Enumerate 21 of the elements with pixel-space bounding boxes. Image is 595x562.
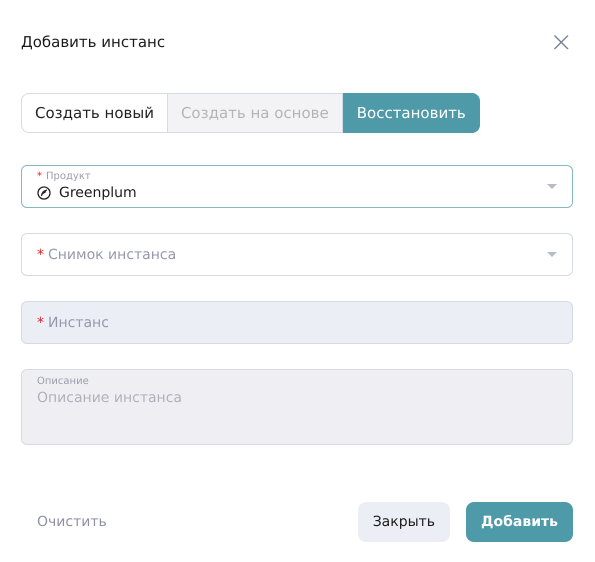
placeholder-text: Инстанс (48, 314, 109, 332)
select-field[interactable]: * Продукт Greenplum (21, 165, 573, 208)
field-value: Greenplum (59, 184, 137, 202)
dropdown-caret-icon (547, 252, 557, 257)
select-field[interactable]: * Снимок инстанса (21, 233, 573, 276)
clear-button[interactable]: Очистить (21, 502, 123, 542)
required-mark: * (37, 314, 44, 332)
dropdown-caret-icon (547, 184, 557, 189)
required-mark: * (37, 246, 44, 264)
field-label: Продукт (46, 170, 91, 182)
field-label: Описание (37, 376, 89, 387)
placeholder-text: Снимок инстанса (48, 246, 176, 264)
close-dialog-button[interactable]: Закрыть (358, 502, 450, 542)
tab[interactable]: Создать новый (21, 93, 168, 133)
dialog-title: Добавить инстанс (21, 33, 166, 51)
add-button[interactable]: Добавить (466, 502, 573, 542)
required-mark: * (37, 170, 42, 182)
tab[interactable]: Восстановить (342, 93, 480, 133)
placeholder-text: Описание инстанса (37, 389, 182, 408)
close-button[interactable]: × (546, 29, 577, 55)
product-logo-icon (37, 186, 51, 200)
